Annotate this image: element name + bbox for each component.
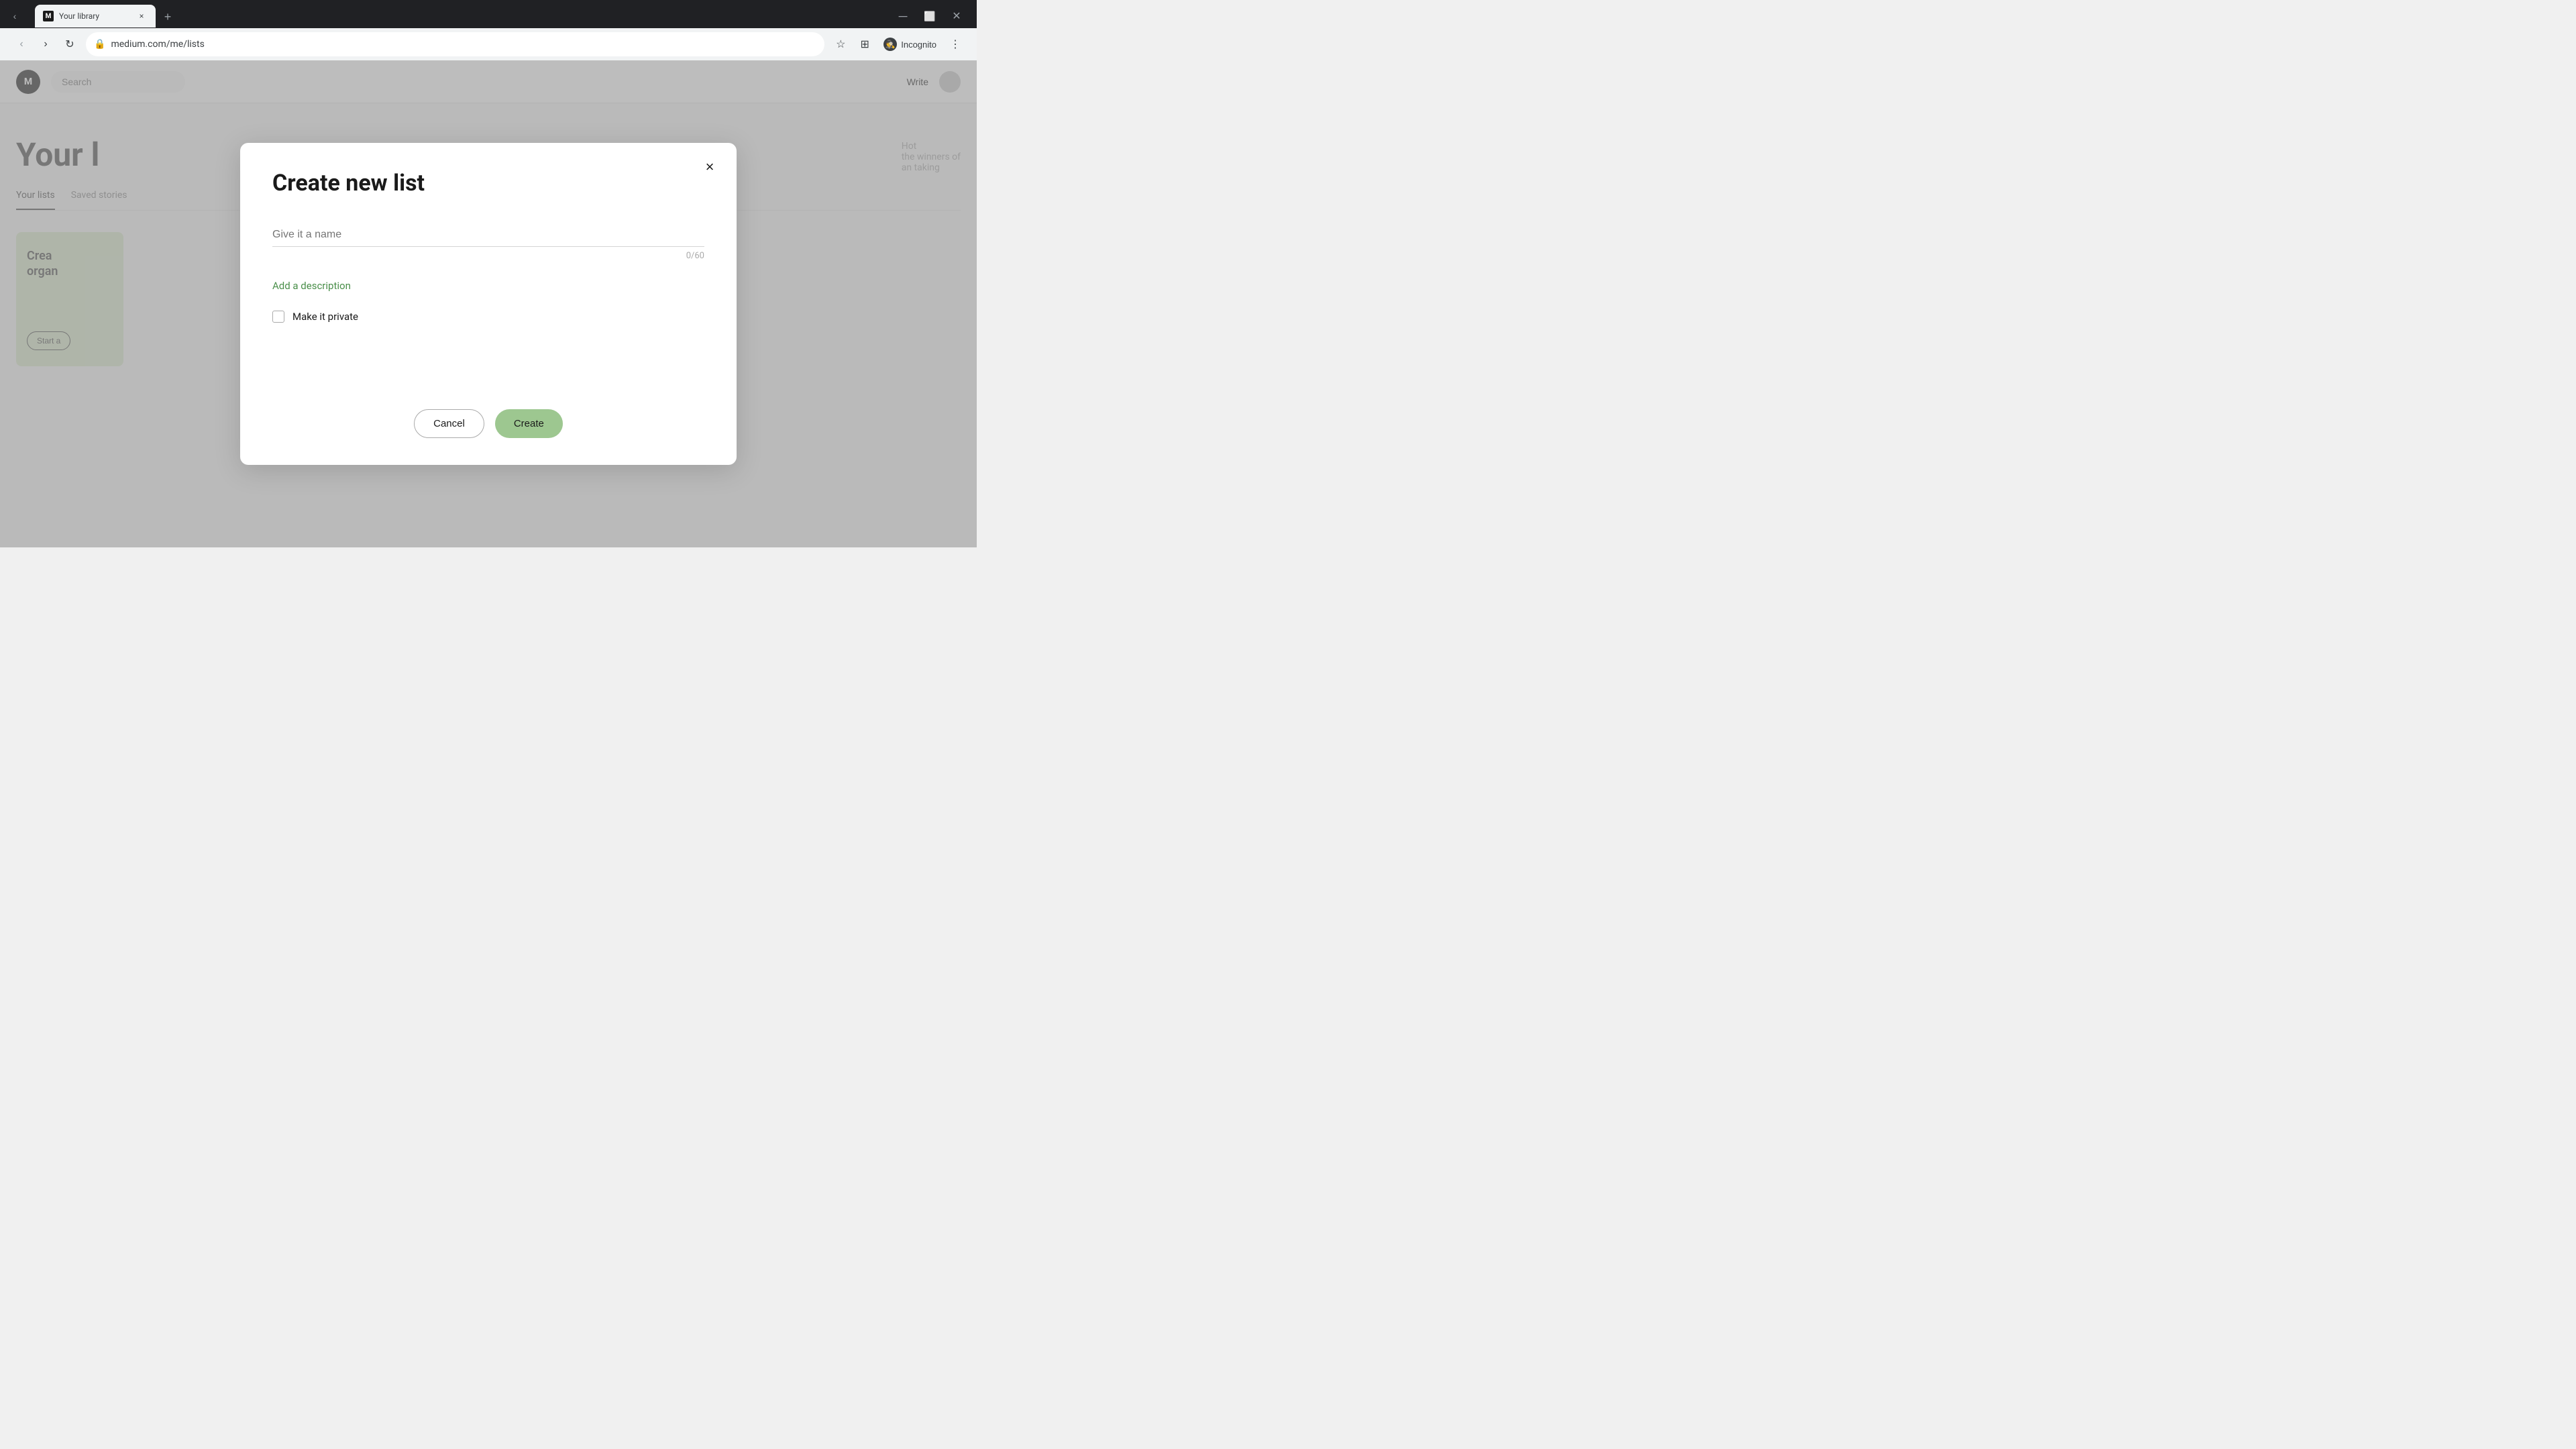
prev-tab-button[interactable]: ‹ bbox=[5, 7, 24, 25]
create-button[interactable]: Create bbox=[495, 409, 563, 438]
lock-icon: 🔒 bbox=[94, 39, 105, 50]
address-bar: ‹ › ↻ 🔒 medium.com/me/lists ☆ ⊞ 🕵 Incogn… bbox=[0, 28, 977, 60]
modal-footer: Cancel Create bbox=[272, 369, 704, 438]
back-button[interactable]: ‹ bbox=[11, 34, 32, 55]
bookmark-button[interactable]: ☆ bbox=[830, 34, 851, 55]
new-tab-button[interactable]: + bbox=[158, 7, 177, 26]
modal-title: Create new list bbox=[272, 170, 704, 197]
cancel-button[interactable]: Cancel bbox=[414, 409, 484, 438]
char-count: 0/60 bbox=[272, 251, 704, 261]
menu-button[interactable]: ⋮ bbox=[945, 34, 966, 55]
browser-chrome: ‹ M Your library × + ─ ⬜ ✕ ‹ › ↻ 🔒 bbox=[0, 0, 977, 60]
favicon-label: M bbox=[46, 13, 52, 20]
extensions-button[interactable]: ⊞ bbox=[854, 34, 875, 55]
forward-button[interactable]: › bbox=[35, 34, 56, 55]
create-new-list-modal: × Create new list 0/60 Add a description… bbox=[240, 143, 737, 465]
tab-favicon: M bbox=[43, 11, 54, 21]
modal-close-button[interactable]: × bbox=[699, 156, 720, 178]
window-controls: ‹ bbox=[5, 7, 24, 25]
title-bar: ‹ M Your library × + ─ ⬜ ✕ bbox=[0, 0, 977, 28]
modal-overlay: × Create new list 0/60 Add a description… bbox=[0, 60, 977, 547]
maximize-button[interactable]: ⬜ bbox=[920, 7, 939, 25]
close-window-button[interactable]: ✕ bbox=[947, 7, 966, 25]
make-private-checkbox[interactable] bbox=[272, 311, 284, 323]
active-tab[interactable]: M Your library × bbox=[35, 5, 156, 28]
address-text: medium.com/me/lists bbox=[111, 39, 816, 50]
incognito-icon: 🕵 bbox=[883, 38, 897, 51]
list-name-input[interactable] bbox=[272, 223, 704, 247]
incognito-button[interactable]: 🕵 Incognito bbox=[878, 35, 942, 54]
toolbar-icons: ☆ ⊞ 🕵 Incognito ⋮ bbox=[830, 34, 966, 55]
page-content: M Write Your l Your lists Saved stories … bbox=[0, 60, 977, 547]
nav-controls: ‹ › ↻ bbox=[11, 34, 80, 55]
make-private-row: Make it private bbox=[272, 311, 704, 323]
tab-bar: M Your library × + bbox=[30, 5, 182, 28]
tab-close-button[interactable]: × bbox=[136, 10, 148, 22]
name-input-section: 0/60 bbox=[272, 223, 704, 261]
address-input[interactable]: 🔒 medium.com/me/lists bbox=[86, 32, 824, 56]
add-description-link[interactable]: Add a description bbox=[272, 280, 704, 292]
minimize-button[interactable]: ─ bbox=[894, 7, 912, 25]
make-private-label: Make it private bbox=[292, 311, 358, 323]
tab-title: Your library bbox=[59, 11, 130, 21]
incognito-label: Incognito bbox=[901, 40, 936, 50]
reload-button[interactable]: ↻ bbox=[59, 34, 80, 55]
